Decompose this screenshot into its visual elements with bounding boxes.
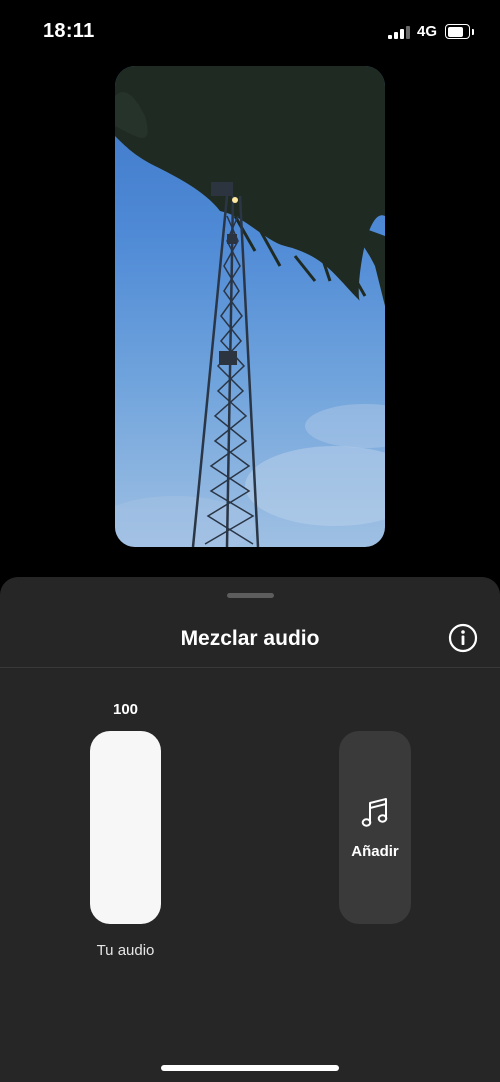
info-icon — [448, 623, 478, 653]
battery-icon — [445, 24, 474, 39]
your-audio-slider[interactable] — [90, 731, 161, 924]
status-bar: 18:11 4G — [0, 0, 500, 62]
sheet-title: Mezclar audio — [180, 627, 320, 650]
add-music-label: Añadir — [351, 843, 399, 860]
video-preview-image — [115, 66, 385, 547]
your-audio-label: Tu audio — [96, 942, 155, 959]
video-preview[interactable] — [115, 66, 385, 547]
cellular-signal-icon — [388, 26, 412, 39]
network-type: 4G — [417, 23, 438, 40]
sheet-grabber[interactable] — [227, 593, 274, 598]
home-indicator[interactable] — [161, 1065, 339, 1071]
music-note-icon — [361, 798, 388, 827]
audio-volume-value: 100 — [112, 701, 139, 718]
info-button[interactable] — [448, 623, 478, 653]
mix-audio-sheet: Mezclar audio 100 Tu audio Añadir — [0, 577, 500, 1082]
sheet-divider — [0, 667, 500, 668]
add-music-button[interactable]: Añadir — [339, 731, 411, 924]
status-time: 18:11 — [43, 20, 95, 42]
